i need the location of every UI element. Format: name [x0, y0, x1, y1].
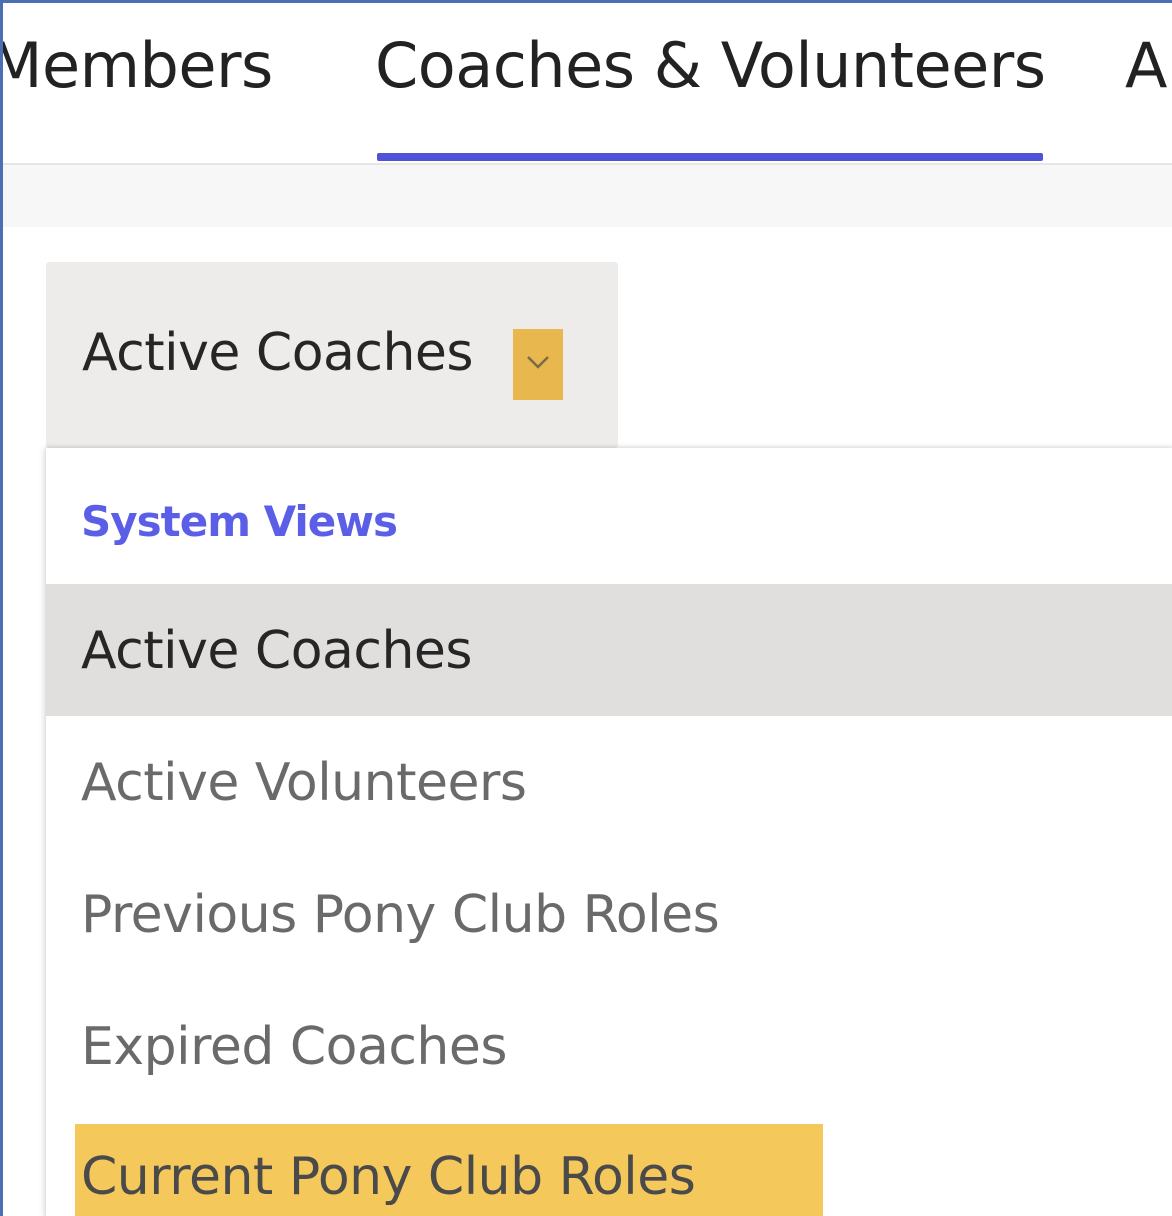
menu-item-previous-pony-club-roles[interactable]: Previous Pony Club Roles: [46, 848, 1172, 980]
tab-next-truncated[interactable]: A: [1125, 21, 1167, 111]
view-dropdown-menu: System Views Active Coaches Active Volun…: [46, 448, 1172, 1216]
section-header-system-views: System Views: [81, 497, 398, 546]
chevron-down-icon[interactable]: [513, 329, 563, 400]
menu-item-label: Expired Coaches: [81, 1017, 507, 1077]
app-frame: Members Coaches & Volunteers A Active Co…: [0, 0, 1172, 1216]
menu-item-current-pony-club-roles[interactable]: Current Pony Club Roles: [75, 1124, 823, 1216]
menu-item-label: Current Pony Club Roles: [81, 1147, 696, 1207]
active-tab-indicator: [377, 153, 1043, 161]
menu-item-active-coaches[interactable]: Active Coaches: [46, 584, 1172, 716]
view-selector-label: Active Coaches: [82, 323, 474, 383]
menu-item-label: Active Coaches: [81, 621, 473, 681]
tab-coaches-volunteers[interactable]: Coaches & Volunteers: [375, 21, 1046, 111]
menu-item-active-volunteers[interactable]: Active Volunteers: [46, 716, 1172, 848]
menu-item-expired-coaches[interactable]: Expired Coaches: [46, 980, 1172, 1112]
tab-members[interactable]: Members: [3, 21, 273, 111]
menu-item-label: Active Volunteers: [81, 753, 527, 813]
view-selector-button[interactable]: Active Coaches: [46, 262, 618, 448]
toolbar-band: [3, 165, 1172, 227]
tab-bar: Members Coaches & Volunteers A: [3, 3, 1172, 165]
menu-item-label: Previous Pony Club Roles: [81, 885, 720, 945]
